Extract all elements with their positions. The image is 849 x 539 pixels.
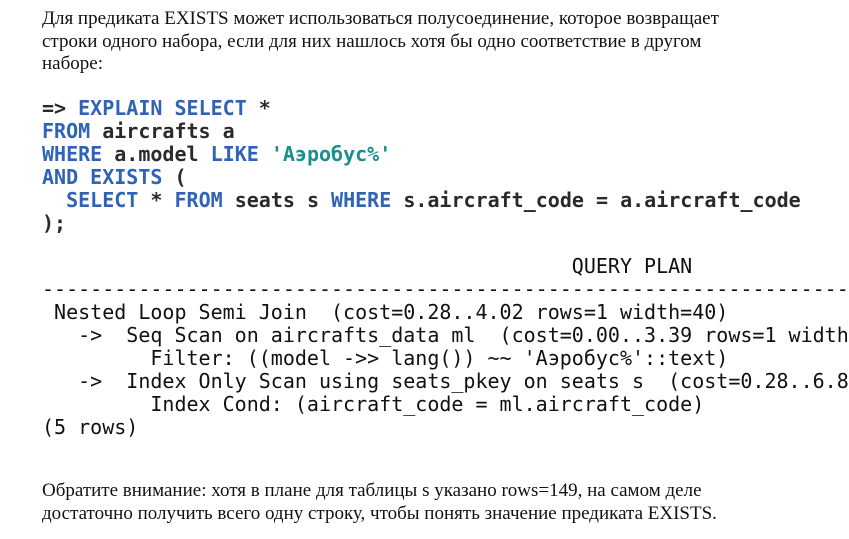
plan-row-count: (5 rows) xyxy=(42,415,139,439)
keyword-exists: EXISTS xyxy=(90,165,163,189)
plan-line: Nested Loop Semi Join (cost=0.28..4.02 r… xyxy=(42,300,729,324)
keyword-explain: EXPLAIN xyxy=(78,96,163,120)
column-model: a.model xyxy=(114,142,199,166)
open-paren: ( xyxy=(174,165,187,189)
plan-header: QUERY PLAN xyxy=(42,255,693,278)
subquery-select-star: * xyxy=(150,188,163,212)
plan-line: -> Seq Scan on aircrafts_data ml (cost=0… xyxy=(42,323,849,347)
subquery-keyword-select: SELECT xyxy=(66,188,139,212)
intro-paragraph: Для предиката EXISTS может использоватьс… xyxy=(42,8,719,74)
plan-line: Index Cond: (aircraft_code = ml.aircraft… xyxy=(42,392,705,416)
select-star: * xyxy=(258,96,271,120)
sql-query-block: => EXPLAIN SELECT * FROM aircrafts a WHE… xyxy=(42,97,801,235)
close-paren: ); xyxy=(42,211,67,235)
condition-left: s.aircraft_code xyxy=(403,188,584,212)
keyword-and: AND xyxy=(42,165,79,189)
equals-sign: = xyxy=(595,188,609,212)
plan-line: Filter: ((model ->> lang()) ~~ 'Аэробус%… xyxy=(42,346,729,370)
table-seats: seats s xyxy=(234,188,319,212)
psql-prompt: => xyxy=(42,96,67,120)
subquery-keyword-from: FROM xyxy=(174,188,223,212)
keyword-like: LIKE xyxy=(210,142,259,166)
keyword-from: FROM xyxy=(42,119,91,143)
condition-right: a.aircraft_code xyxy=(620,188,801,212)
note-paragraph: Обратите внимание: хотя в плане для табл… xyxy=(42,480,717,524)
keyword-where: WHERE xyxy=(42,142,103,166)
subquery-keyword-where: WHERE xyxy=(331,188,392,212)
plan-line: -> Index Only Scan using seats_pkey on s… xyxy=(42,369,849,393)
table-aircrafts: aircrafts a xyxy=(102,119,235,143)
query-plan-output: QUERY PLAN -----------------------------… xyxy=(42,255,849,439)
plan-separator: ----------------------------------------… xyxy=(42,277,849,301)
like-pattern-string: 'Аэробус%' xyxy=(270,142,392,166)
keyword-select: SELECT xyxy=(174,96,247,120)
